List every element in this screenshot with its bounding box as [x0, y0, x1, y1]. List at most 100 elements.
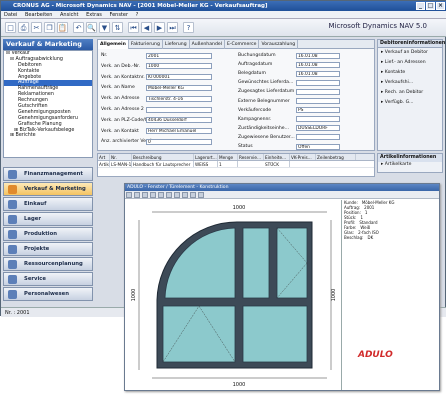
- filter-icon[interactable]: ▼: [99, 22, 110, 33]
- tab-ecommerce[interactable]: E-Commerce: [225, 40, 260, 49]
- nav-button-projekte[interactable]: Projekte: [3, 242, 93, 256]
- field-label: Buchungsdatum: [238, 53, 276, 58]
- find-icon[interactable]: 🔍: [86, 22, 97, 33]
- field-input[interactable]: 40436 Düsseldorf: [146, 117, 212, 124]
- field-input[interactable]: [296, 88, 340, 95]
- copy-icon[interactable]: ❐: [44, 22, 55, 33]
- field-input[interactable]: Tischlerstr. 4-16: [146, 95, 212, 102]
- cad-tool-icon[interactable]: [126, 192, 132, 198]
- cad-tool-icon[interactable]: [182, 192, 188, 198]
- info-item-artikelkarte[interactable]: ▸ Artikelkarte: [378, 162, 442, 167]
- nav-button-verkauf[interactable]: Verkauf & Marketing: [3, 182, 93, 196]
- table-row[interactable]: ArtikelLS-MAN-10Handbuch für Lautspreche…: [98, 161, 374, 168]
- field-input[interactable]: [296, 79, 340, 86]
- nav-button-einkauf[interactable]: Einkauf: [3, 197, 93, 211]
- nav-button-personalwesen[interactable]: Personalwesen: [3, 287, 93, 301]
- nav-button-finanzmanagement[interactable]: Finanzmanagement: [3, 167, 93, 181]
- nav-button-produktion[interactable]: Produktion: [3, 227, 93, 241]
- field-input[interactable]: 16.01.08: [296, 61, 340, 68]
- cut-icon[interactable]: ✂: [31, 22, 42, 33]
- paste-icon[interactable]: 📋: [57, 22, 68, 33]
- last-icon[interactable]: ⏭: [167, 22, 178, 33]
- tab-allgemein[interactable]: Allgemein: [98, 40, 129, 49]
- print-icon[interactable]: ⎙: [18, 22, 29, 33]
- cad-info-panel: Kunde: Möbel-Meller KG Auftrag: 2001 Positio…: [341, 200, 439, 390]
- col-header[interactable]: Menge: [218, 154, 238, 160]
- cad-tool-icon[interactable]: [166, 192, 172, 198]
- cad-tool-icon[interactable]: [158, 192, 164, 198]
- tab-vorauszahlung[interactable]: Vorauszahlung: [259, 40, 299, 49]
- field-input[interactable]: [296, 116, 340, 123]
- field-input[interactable]: 16.01.08: [296, 70, 340, 77]
- undo-icon[interactable]: ↶: [73, 22, 84, 33]
- nav-button-lager[interactable]: Lager: [3, 212, 93, 226]
- cad-tool-icon[interactable]: [198, 192, 204, 198]
- field-input[interactable]: DÜSSELDORF: [296, 125, 340, 132]
- nav-button-ressourcen[interactable]: Ressourcenplanung: [3, 257, 93, 271]
- sort-icon[interactable]: ⇅: [112, 22, 123, 33]
- info-item-verkauf-debitor[interactable]: ▸ Verkauf an Debitor: [378, 48, 442, 58]
- field-input[interactable]: [296, 98, 340, 104]
- nav-button-service[interactable]: Service: [3, 272, 93, 286]
- info-item-verkaufshistorie[interactable]: ▸ Verkaufshi...: [378, 78, 442, 88]
- field-label: Verk. an Adresse: [101, 96, 140, 102]
- menu-help[interactable]: ?: [133, 11, 142, 19]
- cad-tool-icon[interactable]: [190, 192, 196, 198]
- field-input[interactable]: [146, 106, 212, 113]
- col-header[interactable]: Reservie...: [238, 154, 264, 160]
- field-input[interactable]: PS: [296, 107, 340, 114]
- cell[interactable]: LS-MAN-10: [110, 161, 132, 167]
- field-input[interactable]: 2001: [146, 52, 212, 59]
- window-drawing[interactable]: 1000 1000 1000 1000: [127, 200, 339, 388]
- field-input[interactable]: Herr Michael Emanuel: [146, 128, 212, 135]
- next-icon[interactable]: ▶: [154, 22, 165, 33]
- new-icon[interactable]: □: [5, 22, 16, 33]
- col-header[interactable]: Lagerort...: [194, 154, 218, 160]
- info-item-rech-debitor[interactable]: ▸ Rech. an Debitor: [378, 88, 442, 98]
- cell[interactable]: Artikel: [98, 161, 110, 167]
- cell[interactable]: WEISS: [194, 161, 218, 167]
- maximize-icon[interactable]: □: [426, 2, 435, 10]
- cad-tool-icon[interactable]: [174, 192, 180, 198]
- prev-icon[interactable]: ◀: [141, 22, 152, 33]
- lines-header: Art Nr. Beschreibung Lagerort... Menge Reserv…: [98, 154, 374, 161]
- tree-item[interactable]: ⊞ Berichte: [4, 133, 92, 139]
- field-input[interactable]: 0: [146, 138, 212, 145]
- dim-top: 1000: [233, 205, 246, 211]
- tab-aussenhandel[interactable]: Außenhandel: [190, 40, 225, 49]
- field-input[interactable]: 16.01.08: [296, 52, 340, 59]
- col-header[interactable]: Zeilenbetrag: [316, 154, 356, 160]
- info-item-kontakte[interactable]: ▸ Kontakte: [378, 68, 442, 78]
- info-item-verfuegbar[interactable]: ▸ Verfügb. G...: [378, 98, 442, 108]
- col-header[interactable]: Beschreibung: [132, 154, 194, 160]
- menu-extras[interactable]: Extras: [83, 11, 105, 19]
- minimize-icon[interactable]: _: [416, 2, 425, 10]
- field-input[interactable]: 1000: [146, 63, 212, 70]
- cad-tool-icon[interactable]: [142, 192, 148, 198]
- cell[interactable]: Handbuch für Lautsprecher: [132, 161, 194, 167]
- cell[interactable]: STÜCK: [264, 161, 290, 167]
- tab-lieferung[interactable]: Lieferung: [163, 40, 190, 49]
- tab-fakturierung[interactable]: Fakturierung: [129, 40, 163, 49]
- col-header[interactable]: Art: [98, 154, 110, 160]
- field-input[interactable]: KT000001: [146, 74, 212, 81]
- menu-fenster[interactable]: Fenster: [106, 11, 131, 19]
- menu-datei[interactable]: Datei: [1, 11, 20, 19]
- menu-ansicht[interactable]: Ansicht: [57, 11, 81, 19]
- field-input[interactable]: [296, 134, 340, 141]
- cad-tool-icon[interactable]: [150, 192, 156, 198]
- field-input[interactable]: Möbel-Meller KG: [146, 84, 212, 91]
- col-header[interactable]: VK-Preis...: [290, 154, 316, 160]
- col-header[interactable]: Einheite...: [264, 154, 290, 160]
- close-icon[interactable]: ×: [436, 2, 445, 10]
- menu-bearbeiten[interactable]: Bearbeiten: [22, 11, 55, 19]
- first-icon[interactable]: ⏮: [128, 22, 139, 33]
- cad-tool-icon[interactable]: [134, 192, 140, 198]
- purchase-icon: [8, 200, 17, 209]
- cell[interactable]: 1: [218, 161, 238, 167]
- finance-icon: [8, 170, 17, 179]
- col-header[interactable]: Nr.: [110, 154, 132, 160]
- field-input[interactable]: Offen: [296, 143, 340, 150]
- help-icon[interactable]: ?: [183, 22, 194, 33]
- info-item-lief-adressen[interactable]: ▸ Lief.- an Adressen: [378, 58, 442, 68]
